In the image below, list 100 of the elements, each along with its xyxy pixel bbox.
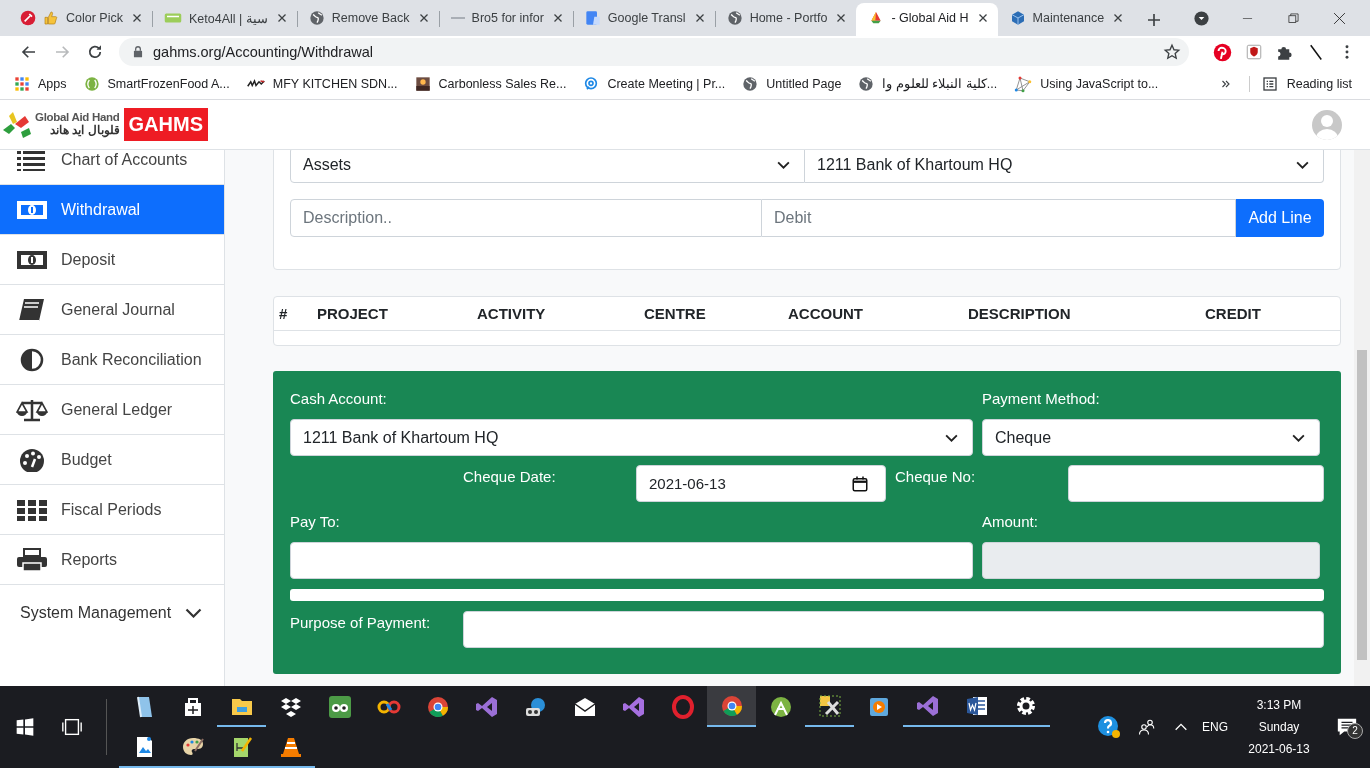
circle-icon	[83, 75, 100, 92]
column-header: ACCOUNT	[788, 305, 864, 322]
reading-list-button[interactable]: Reading list	[1248, 75, 1352, 92]
calendar-icon[interactable]	[851, 474, 869, 493]
globe-icon	[308, 10, 325, 26]
task-view-icon[interactable]	[61, 716, 83, 738]
windows-icon[interactable]	[15, 717, 35, 737]
bookmark[interactable]: Using JavaScript to...	[1014, 74, 1159, 93]
lock-icon	[131, 45, 145, 59]
close-icon[interactable]	[1332, 11, 1346, 25]
input-field[interactable]	[290, 542, 973, 579]
back-icon[interactable]	[19, 43, 38, 61]
sidebar-item[interactable]: Fiscal Periods	[0, 485, 224, 535]
network-icon	[1014, 74, 1033, 93]
column-header: PROJECT	[317, 305, 389, 322]
sidebar-item[interactable]: General Journal	[0, 285, 224, 335]
column-header: ACTIVITY	[477, 305, 547, 322]
input-field[interactable]: Description..	[290, 199, 762, 237]
browser-tab[interactable]: Google Transl	[572, 3, 715, 33]
sidebar-section[interactable]: System Management	[0, 585, 224, 640]
chevron-down-icon	[1292, 433, 1305, 442]
loop-icon	[915, 693, 940, 718]
shield-icon[interactable]	[1244, 43, 1263, 61]
browser-tab[interactable]: Home - Portfo	[714, 3, 857, 33]
bookmark[interactable]: Untitled Page	[742, 75, 842, 92]
loop-icon	[474, 694, 499, 719]
browser-tab[interactable]: Color Pick	[8, 3, 152, 33]
address-bar[interactable]: gahms.org/Accounting/Withdrawal	[119, 38, 1189, 66]
sidebar-item[interactable]: Deposit	[0, 235, 224, 285]
select-field[interactable]: 1211 Bank of Khartoum HQ	[290, 419, 973, 456]
sidebar-item[interactable]: General Ledger	[0, 385, 224, 435]
bookmark[interactable]: Apps	[14, 75, 67, 92]
clock-day[interactable]: Sunday	[1258, 720, 1300, 734]
help-icon[interactable]	[1097, 715, 1121, 739]
dash-icon	[450, 17, 465, 19]
restore-icon[interactable]	[1287, 12, 1299, 24]
select-field[interactable]: Cheque	[982, 419, 1320, 456]
browser-tab[interactable]: - Global Aid H	[856, 3, 998, 36]
globe-icon	[858, 75, 875, 92]
bookmark[interactable]: كلية النبلاء للعلوم وا...	[858, 75, 998, 92]
printer-icon	[16, 547, 48, 572]
field-label: Purpose of Payment:	[290, 613, 432, 633]
browser-tab[interactable]: Bro5 for infor	[438, 3, 573, 33]
field-label: Cheque Date:	[463, 467, 557, 487]
list-icon	[16, 150, 48, 172]
date-field[interactable]: 2021-06-13	[636, 465, 886, 502]
owl-icon	[327, 694, 352, 719]
input-field[interactable]	[1068, 465, 1324, 502]
sidebar-item[interactable]: Reports	[0, 535, 224, 585]
field-label: Cash Account:	[290, 389, 388, 409]
column-header: CREDIT	[1205, 305, 1262, 322]
bookmark[interactable]: Carbonless Sales Re...	[414, 75, 567, 92]
browser-tab[interactable]: Maintenance	[997, 3, 1134, 33]
chevron-down-icon	[1296, 161, 1309, 169]
tab-search-icon[interactable]	[1192, 9, 1210, 27]
sidebar-item[interactable]: Withdrawal	[0, 185, 224, 235]
scrollbar-thumb[interactable]	[1357, 350, 1367, 660]
select-field[interactable]: 1211 Bank of Khartoum HQ	[805, 150, 1324, 183]
input-field[interactable]: Debit	[762, 199, 1236, 237]
thumbnail-icon	[414, 75, 431, 92]
select-field[interactable]: Assets	[290, 150, 805, 183]
chevron-down-icon	[945, 433, 958, 442]
column-header: CENTRE	[644, 305, 707, 322]
clock-date[interactable]: 2021-06-13	[1248, 742, 1310, 756]
bookmark[interactable]: SmartFrozenFood A...	[83, 75, 230, 92]
scrollbar[interactable]	[1354, 150, 1370, 686]
browser-tab[interactable]: Keto4All | سية	[151, 3, 297, 33]
apps-grid-icon	[14, 75, 30, 92]
sidebar-item[interactable]: Bank Reconciliation	[0, 335, 224, 385]
logo-wordmark: GAHMS	[123, 108, 208, 141]
logo-text: قلوبال ايد هاند	[49, 124, 120, 138]
field-label: Amount:	[982, 512, 1039, 532]
chevron-down-icon	[185, 607, 202, 618]
browser-tab[interactable]: Remove Back	[296, 3, 439, 33]
field-label: Payment Method:	[982, 389, 1101, 409]
pin-icon	[583, 75, 600, 92]
globe-icon	[726, 10, 743, 26]
bookmark[interactable]: MFY KITCHEN SDN...	[246, 74, 398, 93]
loop-icon	[621, 694, 646, 719]
column-header: #	[279, 305, 289, 322]
robot-icon	[768, 694, 793, 719]
color-wheel-icon	[425, 694, 450, 719]
thumbs-up-icon	[43, 10, 59, 26]
document-icon	[584, 10, 601, 26]
picker-icon	[20, 10, 36, 26]
language-indicator[interactable]: ENG	[1196, 720, 1234, 734]
color-wheel-icon	[719, 693, 744, 718]
bookmark[interactable]: Create Meeting | Pr...	[583, 75, 726, 92]
input-field[interactable]	[290, 589, 1324, 601]
column-header: DESCRIPTION	[968, 305, 1072, 322]
people-icon[interactable]	[1138, 718, 1156, 736]
taskbar-button[interactable]	[707, 686, 756, 727]
list-icon	[1261, 75, 1278, 92]
clock-time[interactable]: 3:13 PM	[1256, 698, 1302, 712]
input-field[interactable]	[463, 611, 1324, 648]
chevron-down-icon	[777, 161, 790, 169]
p-circle-icon[interactable]	[1213, 42, 1232, 62]
add-line-button[interactable]: Add Line	[1236, 199, 1324, 237]
star-icon[interactable]	[1163, 43, 1181, 61]
sidebar-item[interactable]: Budget	[0, 435, 224, 485]
